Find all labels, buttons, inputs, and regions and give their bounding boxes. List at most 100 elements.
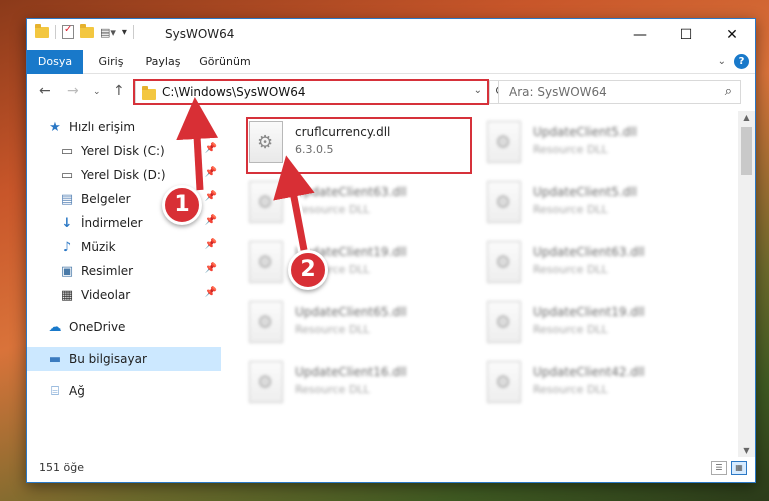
file-name: UpdateClient65.dll (295, 305, 407, 319)
sidebar-item-label: Yerel Disk (D:) (81, 168, 166, 182)
folder-icon (35, 23, 49, 38)
file-item[interactable]: ⚙ UpdateClient5.dll Resource DLL (485, 119, 711, 171)
vertical-scrollbar[interactable]: ▲ ▼ (738, 111, 755, 457)
scroll-down-icon[interactable]: ▼ (738, 446, 755, 455)
dll-file-icon: ⚙ (487, 241, 521, 283)
ribbon-tabs: Dosya Giriş Paylaş Görünüm ⌄ ? (27, 50, 755, 74)
details-view-icon[interactable]: ☰ (711, 461, 727, 475)
sidebar-item-pictures[interactable]: ▣ Resimler 📌 (27, 259, 221, 283)
sidebar-item-local-disk-c[interactable]: ▭ Yerel Disk (C:) 📌 (27, 139, 221, 163)
file-item[interactable]: ⚙ UpdateClient5.dll Resource DLL (485, 179, 711, 231)
scroll-thumb[interactable] (741, 127, 752, 175)
pin-icon[interactable]: 📌 (205, 167, 217, 178)
file-item[interactable]: ⚙ UpdateClient63.dll Resource DLL (247, 179, 473, 231)
sidebar-item-videos[interactable]: ▦ Videolar 📌 (27, 283, 221, 307)
file-item[interactable]: ⚙ UpdateClient65.dll Resource DLL (247, 299, 473, 351)
dll-file-icon: ⚙ (249, 361, 283, 403)
item-count: 151 öğe (39, 461, 84, 474)
search-icon[interactable]: ⌕ (725, 84, 732, 99)
ribbon-controls: ⌄ ? (718, 54, 749, 69)
sidebar-item-local-disk-d[interactable]: ▭ Yerel Disk (D:) 📌 (27, 163, 221, 187)
help-icon[interactable]: ? (734, 54, 749, 69)
tab-home[interactable]: Giriş (89, 50, 133, 74)
sidebar-item-label: Belgeler (81, 192, 131, 206)
customize-toolbar-icon[interactable]: ▤▾ (100, 26, 116, 39)
file-item[interactable]: ⚙ UpdateClient16.dll Resource DLL (247, 359, 473, 411)
window-title: SysWOW64 (165, 27, 235, 41)
pin-icon[interactable]: 📌 (205, 239, 217, 250)
sidebar-item-this-pc[interactable]: ▬ Bu bilgisayar (27, 347, 221, 371)
file-item[interactable]: ⚙ UpdateClient19.dll Resource DLL (485, 299, 711, 351)
search-box[interactable]: ⌕ (498, 80, 741, 104)
new-folder-icon[interactable] (80, 23, 94, 38)
dll-file-icon: ⚙ (487, 301, 521, 343)
sidebar-item-onedrive[interactable]: ☁ OneDrive (27, 315, 221, 339)
file-item[interactable]: ⚙ UpdateClient42.dll Resource DLL (485, 359, 711, 411)
pin-icon[interactable]: 📌 (205, 287, 217, 298)
sidebar-item-label: Müzik (81, 240, 116, 254)
sidebar-item-label: Ağ (69, 384, 85, 398)
sidebar-item-label: Resimler (81, 264, 134, 278)
dll-file-icon: ⚙ (487, 361, 521, 403)
close-button[interactable]: ✕ (709, 19, 755, 50)
sidebar-item-label: Bu bilgisayar (69, 352, 147, 366)
file-type: Resource DLL (533, 143, 608, 156)
download-icon: ↓ (61, 215, 73, 231)
forward-arrow-icon[interactable]: → (67, 83, 79, 99)
address-highlight-box (133, 79, 489, 105)
pin-icon[interactable]: 📌 (205, 215, 217, 226)
dll-file-icon: ⚙ (249, 241, 283, 283)
file-item[interactable]: ⚙ UpdateClient63.dll Resource DLL (485, 239, 711, 291)
expand-ribbon-icon[interactable]: ⌄ (718, 56, 726, 67)
tab-file[interactable]: Dosya (27, 50, 83, 74)
pin-icon[interactable]: 📌 (205, 263, 217, 274)
back-arrow-icon[interactable]: ← (39, 83, 51, 99)
properties-icon[interactable] (62, 24, 74, 39)
view-switcher: ☰ ▦ (711, 461, 747, 475)
file-name: UpdateClient63.dll (533, 245, 645, 259)
dll-file-icon: ⚙ (249, 301, 283, 343)
search-input[interactable] (499, 81, 709, 103)
sidebar-item-music[interactable]: ♪ Müzik 📌 (27, 235, 221, 259)
sidebar-item-label: İndirmeler (81, 216, 143, 230)
file-name: UpdateClient63.dll (295, 185, 407, 199)
dll-file-icon: ⚙ (249, 181, 283, 223)
file-name: UpdateClient16.dll (295, 365, 407, 379)
file-type: Resource DLL (533, 323, 608, 336)
drive-icon: ▭ (60, 143, 74, 159)
file-name: UpdateClient42.dll (533, 365, 645, 379)
sidebar-item-label: OneDrive (69, 320, 126, 334)
file-type: Resource DLL (295, 203, 370, 216)
file-type: Resource DLL (295, 323, 370, 336)
quick-access-toolbar: ▤▾ ▾ (35, 23, 134, 39)
drive-icon: ▭ (60, 167, 74, 183)
scroll-up-icon[interactable]: ▲ (738, 113, 755, 122)
file-name: UpdateClient5.dll (533, 185, 637, 199)
toolbar-divider (132, 25, 134, 39)
file-item[interactable]: ⚙ UpdateClient19.dll Resource DLL (247, 239, 473, 291)
pin-icon[interactable]: 📌 (205, 191, 217, 202)
title-bar: ▤▾ ▾ SysWOW64 — ☐ ✕ (27, 19, 755, 50)
up-arrow-icon[interactable]: ↑ (113, 83, 125, 99)
recent-locations-icon[interactable]: ⌄ (93, 87, 101, 97)
minimize-button[interactable]: — (617, 19, 663, 50)
tab-view[interactable]: Görünüm (195, 50, 255, 74)
toolbar-dropdown-icon[interactable]: ▾ (122, 27, 127, 38)
sidebar-item-quick-access[interactable]: ★ Hızlı erişim (27, 115, 221, 139)
file-type: Resource DLL (295, 383, 370, 396)
file-name: UpdateClient5.dll (533, 125, 637, 139)
music-icon: ♪ (62, 239, 72, 255)
pin-icon[interactable]: 📌 (205, 143, 217, 154)
cloud-icon: ☁ (48, 319, 62, 335)
sidebar-item-network[interactable]: ⌸ Ağ (27, 379, 221, 403)
tiles-view-icon[interactable]: ▦ (731, 461, 747, 475)
file-highlight-box (246, 117, 472, 174)
tab-share[interactable]: Paylaş (139, 50, 187, 74)
computer-icon: ▬ (48, 351, 62, 367)
step-badge-2: 2 (288, 250, 328, 290)
maximize-button[interactable]: ☐ (663, 19, 709, 50)
step-badge-1: 1 (162, 185, 202, 225)
documents-icon: ▤ (60, 191, 74, 207)
dll-file-icon: ⚙ (487, 121, 521, 163)
navigation-pane: ★ Hızlı erişim ▭ Yerel Disk (C:) 📌 ▭ Yer… (27, 115, 221, 455)
